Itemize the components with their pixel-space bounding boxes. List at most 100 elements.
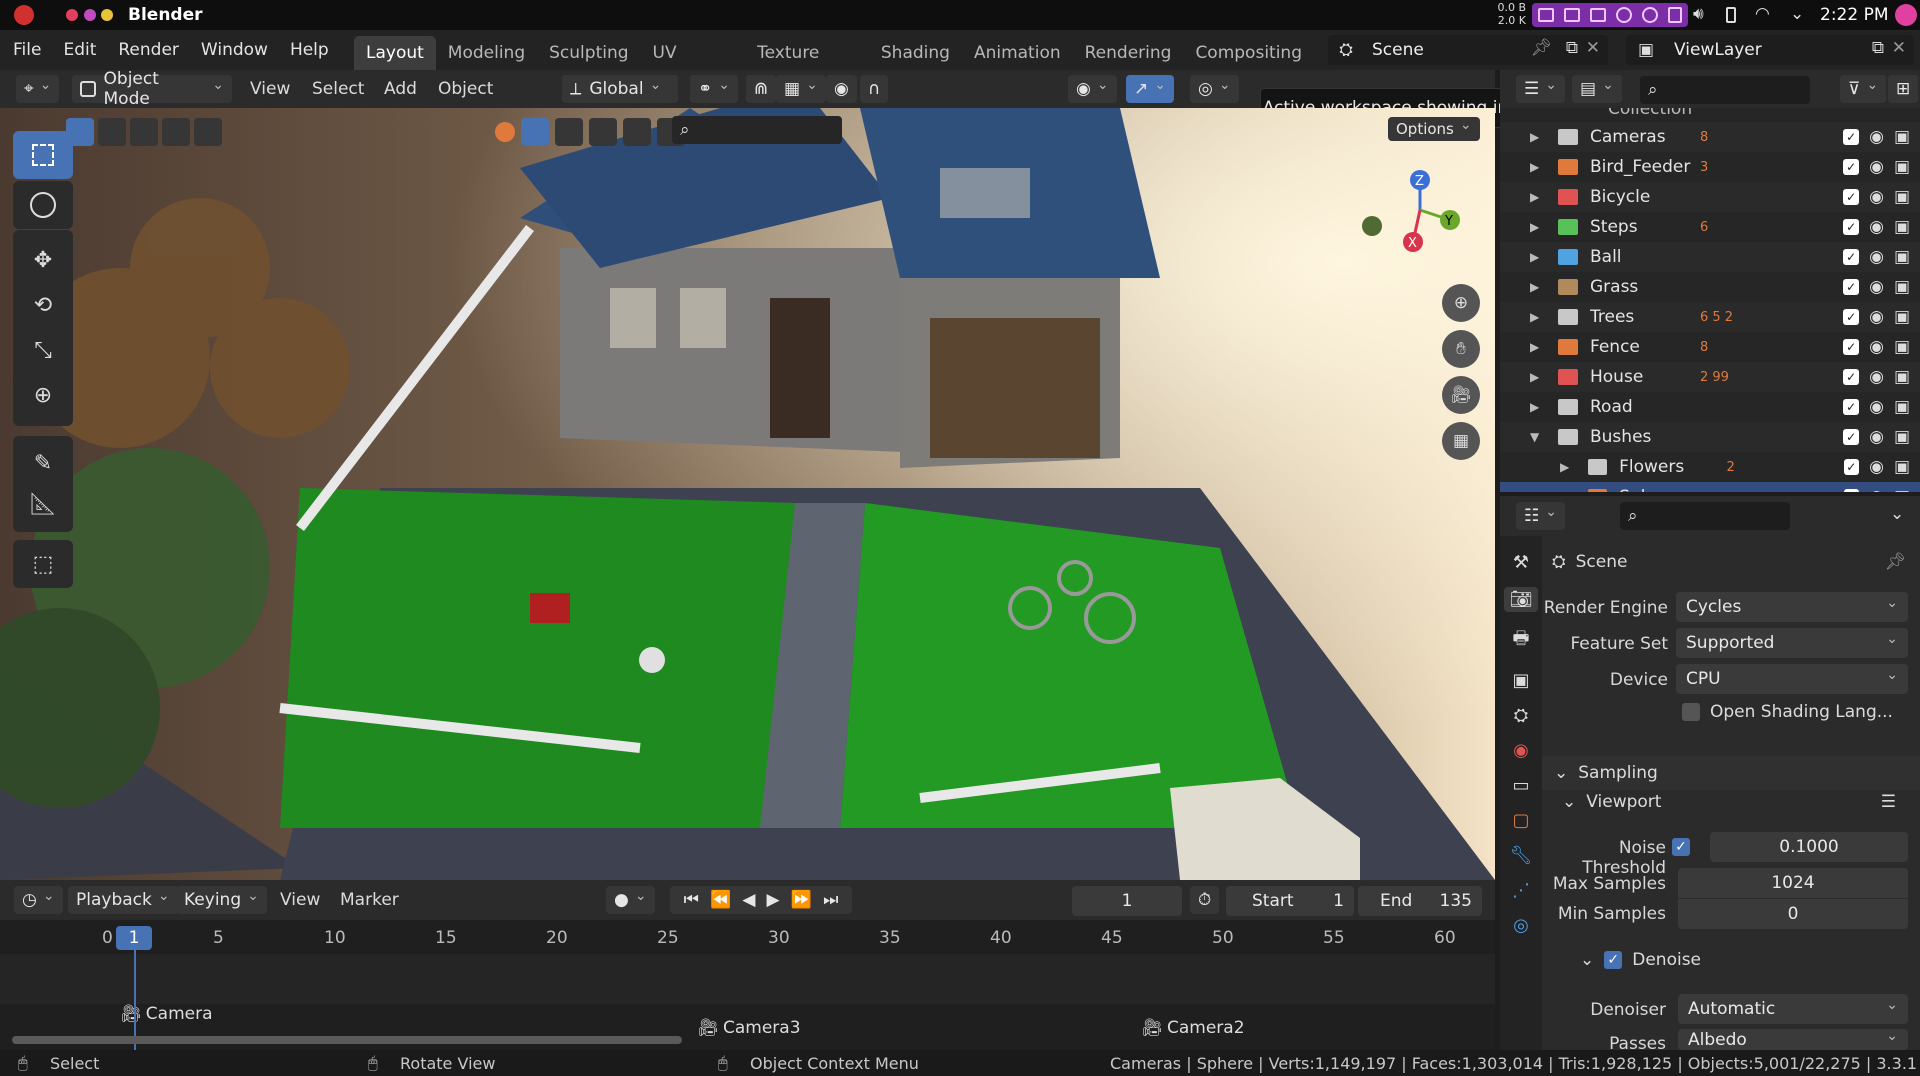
marker-menu[interactable]: Marker <box>340 890 399 910</box>
viewport-search[interactable]: ⌕ <box>672 116 842 144</box>
outliner-row-road[interactable]: ▶ Road ✓ ◉ ▣ <box>1500 392 1920 422</box>
camera-icon[interactable]: ▣ <box>1894 397 1910 417</box>
chevron-down-icon[interactable]: ⌄ <box>1890 504 1904 524</box>
exclude-checkbox[interactable]: ✓ <box>1843 279 1860 295</box>
transform-icon[interactable]: ⊕ <box>34 383 52 408</box>
editor-type-button[interactable]: ⌖ <box>16 75 60 103</box>
view-layer-name[interactable]: ViewLayer <box>1666 40 1762 60</box>
record-button[interactable]: ● <box>606 886 655 914</box>
tray-apps[interactable] <box>1532 3 1688 27</box>
rendered-shading-icon[interactable] <box>589 118 617 146</box>
exclude-checkbox[interactable]: ✓ <box>1843 249 1860 265</box>
sampling-panel-header[interactable]: ⌄ Sampling <box>1542 756 1920 790</box>
presets-icon[interactable]: ☰ <box>1881 792 1896 812</box>
scene-selector[interactable]: ⛭ Scene 📌︎ ⧉ ✕ <box>1328 35 1608 65</box>
eye-icon[interactable]: ◉ <box>1869 247 1884 267</box>
object-types-icon[interactable] <box>495 122 515 142</box>
scale-icon[interactable]: ⤡ <box>34 338 52 363</box>
outliner-row-fence[interactable]: ▶ Fence 8 ✓ ◉ ▣ <box>1500 332 1920 362</box>
menu-file[interactable]: File <box>2 40 52 60</box>
timeline-area[interactable]: 0 5 10 15 20 25 30 35 40 45 50 55 60 🎥︎ Camera 🎥︎ Camer… <box>0 920 1495 1050</box>
outliner-row-flowers[interactable]: ▶ Flowers 2 ✓ ◉ ▣ <box>1500 452 1920 482</box>
maximize-window-icon[interactable] <box>84 9 96 21</box>
physics-tab-icon[interactable]: ◎ <box>1513 915 1529 936</box>
passes-dropdown[interactable]: Albedo <box>1678 1029 1908 1050</box>
next-keyframe-icon[interactable]: ⏩ <box>791 890 812 910</box>
camera-icon[interactable]: ▣ <box>1894 367 1910 387</box>
noise-threshold-checkbox[interactable]: ✓ <box>1672 838 1690 856</box>
outliner-row-label[interactable]: Bicycle <box>1590 187 1700 207</box>
keying-menu[interactable]: Keying <box>176 886 267 914</box>
select-box-tool[interactable] <box>13 131 73 179</box>
distro-logo-icon[interactable] <box>14 5 34 25</box>
eye-icon[interactable]: ◉ <box>1869 397 1884 417</box>
minimize-window-icon[interactable] <box>101 9 113 21</box>
measure-icon[interactable]: 📐︎ <box>29 492 57 517</box>
tab-compositing[interactable]: Compositing <box>1183 36 1314 70</box>
current-frame-field[interactable]: 1 <box>1072 886 1182 916</box>
eye-icon[interactable]: ◉ <box>1869 427 1884 447</box>
outliner-row-grass[interactable]: ▶ Grass ✓ ◉ ▣ <box>1500 272 1920 302</box>
pin-icon[interactable]: 📌︎ <box>1884 552 1906 572</box>
cursor-tool[interactable] <box>13 181 73 229</box>
timeline-view-menu[interactable]: View <box>280 890 320 910</box>
render-engine-dropdown[interactable]: Cycles <box>1676 592 1908 622</box>
solid-shading-icon[interactable] <box>521 118 549 146</box>
camera-icon[interactable]: ▣ <box>1894 217 1910 237</box>
exclude-checkbox[interactable]: ✓ <box>1843 429 1860 445</box>
add-cube-tool[interactable]: ⬚ <box>13 540 73 588</box>
new-collection-button[interactable]: ⊞ <box>1888 75 1919 103</box>
new-view-layer-icon[interactable]: ⧉ <box>1872 38 1884 58</box>
menu-add[interactable]: Add <box>384 79 417 99</box>
tray-icon[interactable] <box>1616 7 1632 23</box>
exclude-checkbox[interactable]: ✓ <box>1843 489 1860 492</box>
expand-arrow-icon[interactable]: ▶ <box>1530 310 1546 324</box>
prev-keyframe-icon[interactable]: ⏪ <box>710 890 731 910</box>
tab-texture-paint[interactable]: Texture Paint <box>745 36 869 70</box>
eye-icon[interactable]: ◉ <box>1869 307 1884 327</box>
outliner-row-steps[interactable]: ▶ Steps 6 ✓ ◉ ▣ <box>1500 212 1920 242</box>
eye-icon[interactable]: ◉ <box>1869 277 1884 297</box>
expand-arrow-icon[interactable]: ▶ <box>1530 160 1546 174</box>
tab-shading[interactable]: Shading <box>869 36 962 70</box>
menu-help[interactable]: Help <box>279 40 340 60</box>
outliner-row-bushes[interactable]: ▼ Bushes ✓ ◉ ▣ <box>1500 422 1920 452</box>
options-button[interactable]: Options <box>1388 117 1480 141</box>
outliner-row-label[interactable]: Bird_Feeder <box>1590 157 1700 177</box>
tray-icon[interactable] <box>1564 8 1580 22</box>
menu-object[interactable]: Object <box>438 79 493 99</box>
eye-icon[interactable]: ◉ <box>1869 217 1884 237</box>
grid-icon[interactable]: ▦ <box>1442 422 1480 460</box>
timeline-scrollbar[interactable] <box>12 1036 682 1044</box>
falloff-dropdown[interactable]: ∩ <box>860 75 889 103</box>
camera-icon[interactable]: ▣ <box>1894 247 1910 267</box>
snap-target-dropdown[interactable]: ▦ <box>776 75 826 103</box>
expand-arrow-icon[interactable]: ▶ <box>1560 460 1576 474</box>
menu-edit[interactable]: Edit <box>52 40 107 60</box>
3d-viewport[interactable]: ✥ ⟲ ⤡ ⊕ ✎ 📐︎ ⬚ ⌕ Options Z Y X ⊕ ✋︎ 🎥 <box>0 108 1495 880</box>
outliner-row-bird-feeder[interactable]: ▶ Bird_Feeder 3 ✓ ◉ ▣ <box>1500 152 1920 182</box>
proportional-edit-toggle[interactable]: ◉ <box>826 75 857 103</box>
max-samples-field[interactable]: 1024 <box>1678 868 1908 898</box>
particles-tab-icon[interactable]: ⋰ <box>1512 880 1530 901</box>
world-icon[interactable] <box>623 118 651 146</box>
camera-icon[interactable]: 🎥︎ <box>1442 376 1480 414</box>
new-scene-icon[interactable]: ⧉ <box>1566 38 1578 58</box>
outliner-row-trees[interactable]: ▶ Trees 6 5 2 ✓ ◉ ▣ <box>1500 302 1920 332</box>
expand-arrow-icon[interactable]: ▼ <box>1530 430 1546 444</box>
menu-view[interactable]: View <box>250 79 290 99</box>
expand-arrow-icon[interactable]: ▶ <box>1530 280 1546 294</box>
frame-ruler[interactable]: 0 5 10 15 20 25 30 35 40 45 50 55 60 <box>0 920 1495 954</box>
expand-arrow-icon[interactable]: ▶ <box>1530 250 1546 264</box>
scene-name[interactable]: Scene <box>1364 40 1424 60</box>
outliner-row-label[interactable]: Fence <box>1590 337 1700 357</box>
pin-icon[interactable]: 📌︎ <box>1530 38 1552 58</box>
camera-marker[interactable]: 🎥︎ Camera2 <box>1141 1018 1244 1038</box>
timeline-keyframe-area[interactable] <box>0 954 1495 1004</box>
tab-uv-editing[interactable]: UV Editing <box>641 36 746 70</box>
world-tab-icon[interactable]: ◉ <box>1513 740 1529 761</box>
preview-range-toggle[interactable]: ⏱ <box>1190 886 1220 914</box>
expand-arrow-icon[interactable]: ▶ <box>1560 490 1576 492</box>
exclude-checkbox[interactable]: ✓ <box>1843 399 1860 415</box>
timeline-editor-type[interactable]: ◷ <box>14 886 63 914</box>
